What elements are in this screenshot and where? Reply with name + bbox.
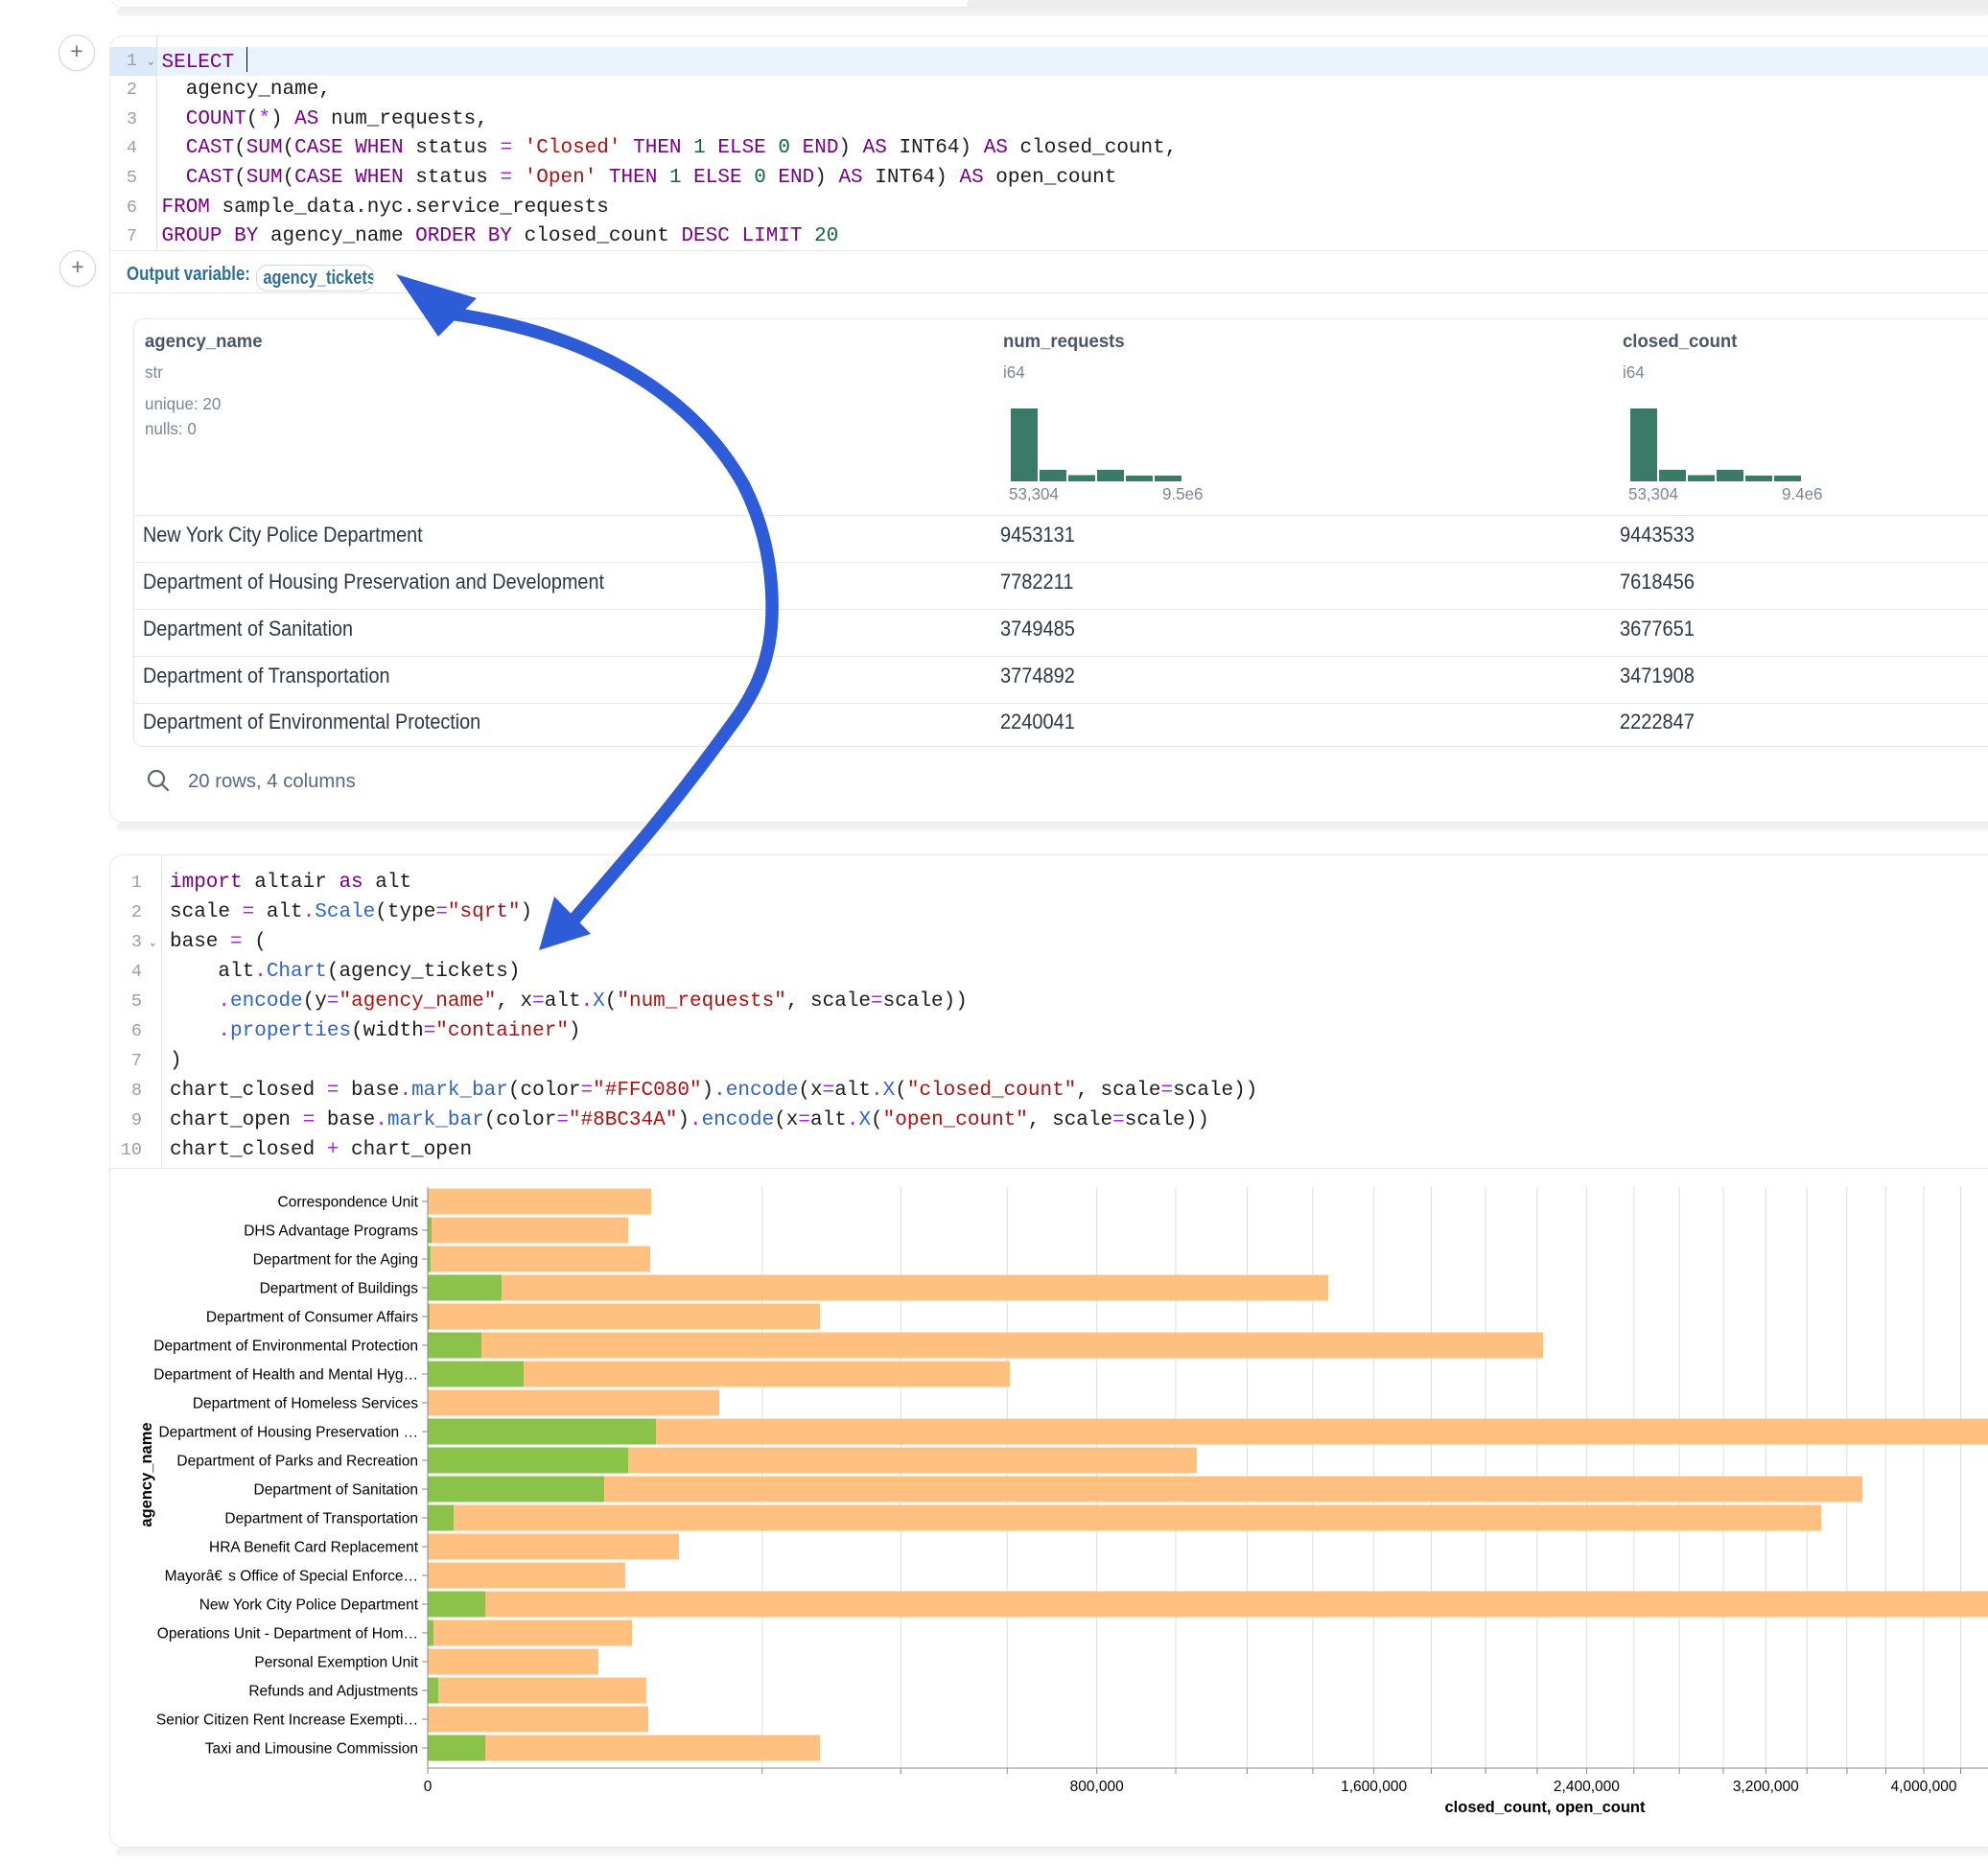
svg-text:closed_count, open_count: closed_count, open_count [1444,1799,1646,1816]
svg-text:Senior Citizen Rent Increase E: Senior Citizen Rent Increase Exempti… [156,1713,418,1729]
svg-text:Department of Sanitation: Department of Sanitation [254,1482,418,1499]
svg-text:New York City Police Departmen: New York City Police Department [199,1597,419,1614]
svg-text:Department for the Aging: Department for the Aging [253,1252,418,1269]
svg-text:Correspondence Unit: Correspondence Unit [278,1195,419,1211]
svg-text:1,600,000: 1,600,000 [1341,1779,1407,1795]
svg-text:Department of Environmental Pr: Department of Environmental Protection [153,1339,418,1355]
svg-text:Refunds and Adjustments: Refunds and Adjustments [248,1684,418,1700]
svg-text:4,000,000: 4,000,000 [1891,1779,1957,1795]
svg-text:Department of Buildings: Department of Buildings [260,1281,419,1297]
svg-text:Department of Transportation: Department of Transportation [224,1511,418,1527]
svg-text:Department of Consumer Affairs: Department of Consumer Affairs [206,1310,418,1326]
svg-text:Mayorâ€ s Office of Special E: Mayorâ€ s Office of Special Enforce… [165,1569,418,1585]
svg-text:Department of Health and Menta: Department of Health and Mental Hyg… [153,1367,418,1384]
svg-text:Taxi and Limousine Commission: Taxi and Limousine Commission [205,1741,418,1758]
svg-text:0: 0 [424,1779,433,1795]
svg-text:800,000: 800,000 [1070,1779,1124,1795]
svg-text:Personal Exemption Unit: Personal Exemption Unit [254,1655,418,1671]
svg-text:Operations Unit - Department o: Operations Unit - Department of Hom… [157,1626,418,1643]
svg-text:DHS Advantage Programs: DHS Advantage Programs [244,1223,418,1240]
svg-text:3,200,000: 3,200,000 [1733,1779,1799,1795]
svg-text:HRA Benefit Card Replacement: HRA Benefit Card Replacement [209,1540,419,1556]
svg-text:agency_name: agency_name [138,1422,155,1526]
svg-text:Department of Homeless Service: Department of Homeless Services [193,1396,418,1412]
svg-text:Department of Parks and Recrea: Department of Parks and Recreation [176,1454,418,1470]
svg-text:2,400,000: 2,400,000 [1554,1779,1620,1795]
svg-text:Department of Housing Preserva: Department of Housing Preservation … [158,1425,418,1441]
